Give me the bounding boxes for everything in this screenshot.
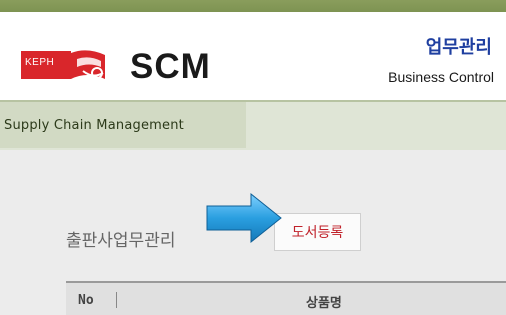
app-title: SCM (130, 47, 211, 86)
column-header-no[interactable]: No (78, 293, 94, 308)
subheader-label-box: Supply Chain Management (0, 102, 246, 148)
app-header: KEPH SCM 업무관리 Business Control (0, 12, 506, 100)
column-divider (116, 292, 117, 308)
book-register-button[interactable]: 도서등록 (274, 213, 361, 251)
module-title-korean: 업무관리 (425, 37, 492, 58)
logo-text: KEPH (25, 57, 55, 68)
column-header-product-name[interactable]: 상품명 (306, 292, 342, 311)
module-title-english: Business Control (388, 69, 494, 85)
subheader-title: Supply Chain Management (4, 118, 184, 133)
arrow-right-icon (206, 192, 282, 244)
section-title: 출판사업무관리 (66, 231, 176, 251)
subheader-bar: Supply Chain Management (0, 100, 506, 150)
keph-logo[interactable]: KEPH (19, 45, 111, 85)
table-header-row: No 상품명 (66, 283, 506, 315)
top-color-strip (0, 0, 506, 12)
